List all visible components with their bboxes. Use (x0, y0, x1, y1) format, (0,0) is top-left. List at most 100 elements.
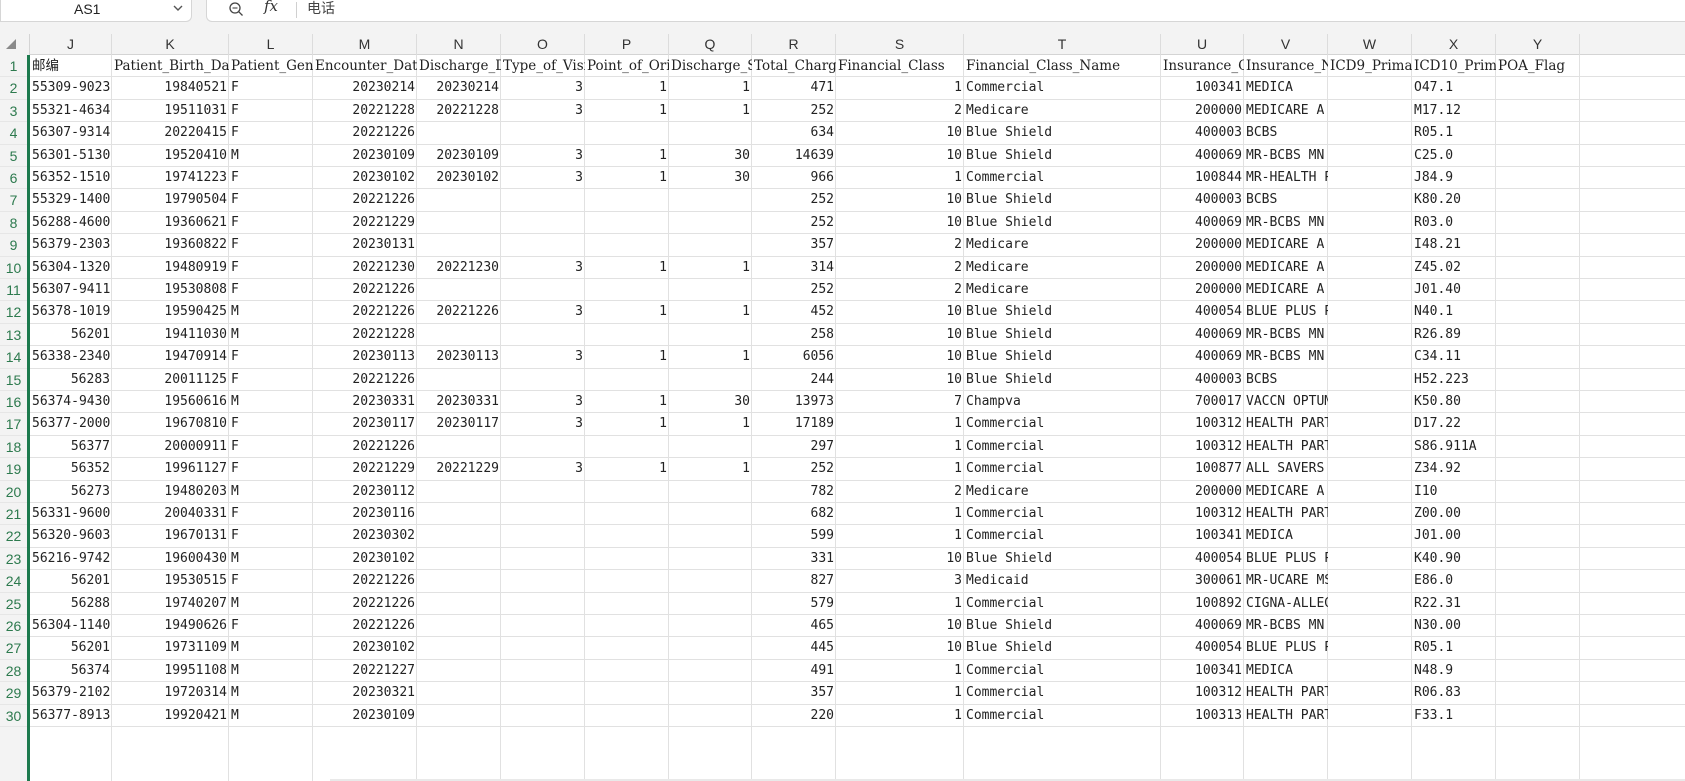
cell[interactable]: 252 (752, 212, 836, 234)
cell[interactable]: F (229, 413, 313, 435)
cell[interactable]: 2 (836, 481, 964, 503)
row-header-8[interactable]: 8 (0, 212, 27, 235)
formula-value[interactable]: 电话 (307, 0, 335, 18)
cell[interactable]: 1 (669, 77, 752, 99)
cell[interactable]: 300061 (1161, 570, 1244, 592)
cell[interactable]: MR-BCBS MN (1244, 324, 1328, 346)
cell[interactable]: C25.0 (1412, 145, 1496, 167)
cell[interactable]: 200000 (1161, 481, 1244, 503)
cell[interactable]: 56352-1510 (30, 167, 112, 189)
cell[interactable]: 20230214 (417, 77, 501, 99)
cell[interactable]: 200000 (1161, 234, 1244, 256)
cell[interactable]: 56320-9603 (30, 525, 112, 547)
cell[interactable]: F (229, 346, 313, 368)
cell[interactable]: 56201 (30, 570, 112, 592)
cell[interactable]: Medicare (964, 100, 1161, 122)
cell[interactable]: 400054 (1161, 301, 1244, 323)
cell[interactable]: F (229, 458, 313, 480)
cell[interactable]: Blue Shield (964, 615, 1161, 637)
cell[interactable]: F33.1 (1412, 705, 1496, 727)
cell[interactable]: MR-BCBS MN (1244, 145, 1328, 167)
cell[interactable]: 20230117 (417, 413, 501, 435)
row-header-2[interactable]: 2 (0, 77, 27, 100)
cell[interactable]: 20221226 (313, 436, 417, 458)
row-header-9[interactable]: 9 (0, 234, 27, 257)
cell[interactable]: 3 (501, 346, 585, 368)
cell[interactable]: 55309-9023 (30, 77, 112, 99)
cell[interactable]: 20221226 (313, 301, 417, 323)
cell[interactable]: Commercial (964, 705, 1161, 727)
row-header-29[interactable]: 29 (0, 682, 27, 705)
cell[interactable]: 100312 (1161, 413, 1244, 435)
row-header-10[interactable]: 10 (0, 257, 27, 279)
cell[interactable]: 599 (752, 525, 836, 547)
cell[interactable]: 471 (752, 77, 836, 99)
cell[interactable]: 682 (752, 503, 836, 525)
cell[interactable]: 1 (836, 77, 964, 99)
cell[interactable]: 55329-1400 (30, 189, 112, 211)
cell[interactable]: 20221226 (313, 570, 417, 592)
cell[interactable]: 30 (669, 145, 752, 167)
cell[interactable]: Medicare (964, 257, 1161, 279)
cell[interactable]: 20221229 (417, 458, 501, 480)
cell[interactable]: 20230331 (313, 391, 417, 413)
cell[interactable]: 20011125 (112, 369, 229, 391)
name-box-value[interactable]: AS1 (74, 0, 100, 18)
cell[interactable]: 244 (752, 369, 836, 391)
row-header-27[interactable]: 27 (0, 637, 27, 660)
cell[interactable]: 252 (752, 458, 836, 480)
cell[interactable]: 19790504 (112, 189, 229, 211)
cell[interactable]: BLUE PLUS PMAP (1244, 637, 1328, 659)
sheet-grid[interactable]: 邮编Patient_Birth_DatePatient_GenderEncoun… (30, 55, 1685, 781)
row-header-19[interactable]: 19 (0, 458, 27, 481)
cell[interactable]: 10 (836, 122, 964, 144)
cell[interactable]: 2 (836, 100, 964, 122)
cell[interactable]: 297 (752, 436, 836, 458)
cell[interactable]: 1 (585, 391, 669, 413)
cell[interactable]: M (229, 548, 313, 570)
cell[interactable]: 20221226 (313, 369, 417, 391)
cell[interactable]: 1 (836, 436, 964, 458)
cell[interactable]: D17.22 (1412, 413, 1496, 435)
cell[interactable]: MR-HEALTH PARTNERS (1244, 167, 1328, 189)
cell[interactable]: M (229, 324, 313, 346)
cell[interactable]: 56283 (30, 369, 112, 391)
cell[interactable]: 56288-4600 (30, 212, 112, 234)
cell[interactable]: 56304-1140 (30, 615, 112, 637)
cell[interactable]: 100341 (1161, 660, 1244, 682)
cell[interactable]: 14639 (752, 145, 836, 167)
cell[interactable]: 100312 (1161, 503, 1244, 525)
cell[interactable]: BLUE PLUS PMAP (1244, 548, 1328, 570)
cell[interactable]: 19490626 (112, 615, 229, 637)
cell[interactable]: 220 (752, 705, 836, 727)
cell[interactable]: 20230109 (313, 145, 417, 167)
header-cell[interactable]: Discharge_Date (417, 55, 501, 77)
row-header-25[interactable]: 25 (0, 593, 27, 615)
cell[interactable]: M (229, 391, 313, 413)
cell[interactable]: 30 (669, 391, 752, 413)
row-header-7[interactable]: 7 (0, 189, 27, 212)
column-header-O[interactable]: O (501, 34, 585, 55)
cell[interactable]: 56301-5130 (30, 145, 112, 167)
cell[interactable]: R03.0 (1412, 212, 1496, 234)
cell[interactable]: HEALTH PARTNERS (1244, 413, 1328, 435)
cell[interactable]: 1 (669, 100, 752, 122)
cell[interactable]: 400003 (1161, 122, 1244, 144)
cell[interactable]: 357 (752, 682, 836, 704)
cell[interactable]: F (229, 436, 313, 458)
cell[interactable]: 10 (836, 324, 964, 346)
cell[interactable]: BCBS (1244, 369, 1328, 391)
row-header-6[interactable]: 6 (0, 167, 27, 190)
header-cell[interactable]: Encounter_Date (313, 55, 417, 77)
cell[interactable]: Blue Shield (964, 212, 1161, 234)
row-header-30[interactable]: 30 (0, 705, 27, 727)
cell[interactable]: 20221226 (313, 189, 417, 211)
row-header-28[interactable]: 28 (0, 660, 27, 683)
cell[interactable]: 252 (752, 279, 836, 301)
cell[interactable]: 20230113 (313, 346, 417, 368)
cell[interactable]: 19840521 (112, 77, 229, 99)
cell[interactable]: F (229, 77, 313, 99)
cell[interactable]: Medicaid (964, 570, 1161, 592)
cell[interactable]: 19590425 (112, 301, 229, 323)
cell[interactable]: S86.911A (1412, 436, 1496, 458)
